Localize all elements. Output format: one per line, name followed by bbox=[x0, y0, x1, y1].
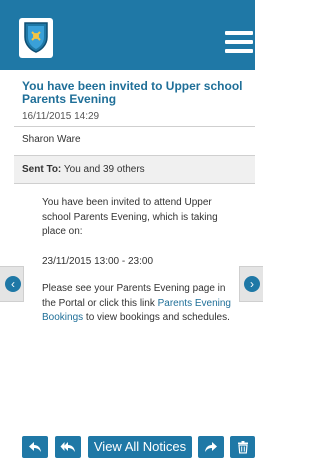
event-date: 23/11/2015 13:00 - 23:00 bbox=[42, 256, 154, 267]
reply-button[interactable] bbox=[22, 436, 48, 458]
chevron-left-icon: ‹ bbox=[5, 276, 21, 292]
previous-notice-button[interactable]: ‹ bbox=[0, 266, 24, 302]
app-header bbox=[0, 0, 255, 70]
school-crest-icon bbox=[24, 22, 48, 53]
recipients-bar: Sent To: You and 39 others bbox=[14, 155, 255, 184]
reply-icon bbox=[29, 442, 41, 452]
forward-icon bbox=[205, 442, 217, 452]
notice-body-paragraph-2: Please see your Parents Evening page in … bbox=[42, 282, 240, 326]
body-text-after-link: to view bookings and schedules. bbox=[83, 312, 230, 323]
view-all-notices-label: View All Notices bbox=[93, 439, 187, 454]
chevron-right-icon: › bbox=[244, 276, 260, 292]
notice-title: You have been invited to Upper school Pa… bbox=[22, 79, 243, 106]
reply-all-button[interactable] bbox=[55, 436, 81, 458]
trash-icon bbox=[237, 441, 248, 454]
recipients-text: Sent To: You and 39 others bbox=[22, 164, 145, 175]
divider bbox=[14, 126, 255, 127]
reply-all-icon bbox=[60, 442, 75, 452]
notice-body-paragraph: You have been invited to attend Upper sc… bbox=[42, 197, 218, 237]
delete-button[interactable] bbox=[230, 436, 255, 458]
school-logo[interactable] bbox=[19, 18, 53, 58]
notice-timestamp: 16/11/2015 14:29 bbox=[22, 111, 100, 122]
hamburger-menu-icon[interactable] bbox=[225, 31, 253, 53]
forward-button[interactable] bbox=[198, 436, 224, 458]
sent-to-label: Sent To: bbox=[22, 164, 62, 175]
view-all-notices-button[interactable]: View All Notices bbox=[88, 436, 192, 458]
next-notice-button[interactable]: › bbox=[239, 266, 263, 302]
notice-sender: Sharon Ware bbox=[22, 134, 81, 145]
sent-to-value: You and 39 others bbox=[63, 164, 145, 175]
